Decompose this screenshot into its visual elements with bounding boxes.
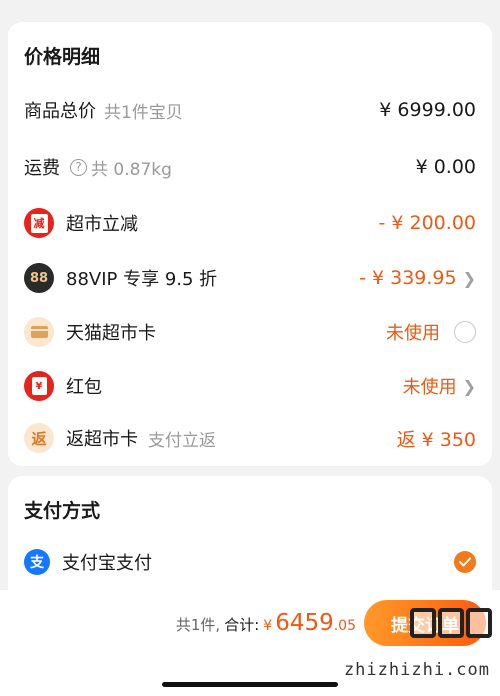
tmall-card-status: 未使用	[386, 323, 440, 344]
chevron-right-icon: ❯	[462, 268, 476, 288]
supermarket-discount-value: - ¥ 200.00	[378, 212, 476, 234]
red-packet-label: 红包	[66, 377, 102, 398]
bottom-bar: 共1件, 合计: ¥ 6459 .05 提交订单 zhizhizhi.com	[0, 590, 500, 696]
watermark-logo	[410, 608, 492, 638]
chevron-right-icon: ❯	[462, 376, 476, 396]
order-total: 共1件, 合计: ¥ 6459 .05	[176, 610, 356, 636]
alipay-icon: 支	[24, 549, 50, 575]
rebate-icon: 返	[24, 423, 54, 453]
rebate-value: 返 ¥ 350	[396, 428, 476, 451]
shipping-value: ¥ 0.00	[415, 156, 476, 178]
rebate-sub-text: 支付立返	[148, 430, 216, 451]
item-count-text: 共1件,	[175, 616, 221, 634]
price-details-title: 价格明细	[24, 46, 101, 68]
tmall-card-row[interactable]: 天猫超市卡 未使用	[8, 312, 492, 352]
vip-88-icon: 88	[24, 263, 54, 293]
rebate-label: 返超市卡	[66, 429, 138, 450]
checkmark-icon[interactable]	[454, 551, 476, 573]
payment-method-title: 支付方式	[24, 500, 101, 522]
tmall-card-label: 天猫超市卡	[66, 323, 156, 344]
total-integer: 6459	[275, 610, 334, 636]
red-packet-icon: ¥	[24, 371, 54, 401]
watermark-url: zhizhizhi.com	[343, 660, 490, 680]
price-details-card: 价格明细 商品总价 共1件宝贝 ¥ 6999.00 运费 ? 共 0.87kg …	[8, 22, 492, 466]
goods-total-label: 商品总价	[24, 101, 96, 122]
shipping-row: 运费 ? 共 0.87kg ¥ 0.00	[8, 147, 492, 187]
red-packet-status: 未使用	[402, 377, 457, 398]
rebate-row: 返 返超市卡 支付立返 返 ¥ 350	[8, 418, 492, 458]
alipay-label: 支付宝支付	[62, 553, 152, 574]
total-label: 合计:	[224, 616, 260, 634]
goods-total-value: ¥ 6999.00	[379, 99, 476, 121]
payment-method-card: 支付方式 支 支付宝支付	[8, 476, 492, 606]
shipping-label: 运费	[24, 158, 60, 179]
total-decimal: .05	[333, 618, 356, 634]
vip-discount-value: - ¥ 339.95	[359, 267, 457, 289]
tmall-card-radio[interactable]	[454, 321, 476, 343]
total-currency: ¥	[263, 618, 273, 634]
supermarket-discount-label: 超市立减	[66, 214, 138, 235]
card-icon	[24, 317, 54, 347]
discount-icon: 减	[24, 208, 54, 238]
goods-total-row: 商品总价 共1件宝贝 ¥ 6999.00	[8, 90, 492, 130]
help-icon[interactable]: ?	[70, 158, 87, 176]
alipay-option[interactable]: 支 支付宝支付	[8, 542, 492, 582]
vip-discount-row[interactable]: 88 88VIP 专享 9.5 折 - ¥ 339.95 ❯	[8, 258, 492, 298]
home-indicator	[162, 682, 338, 687]
shipping-weight-text: 共 0.87kg	[91, 159, 172, 180]
vip-discount-label: 88VIP 专享 9.5 折	[66, 269, 218, 290]
supermarket-discount-row: 减 超市立减 - ¥ 200.00	[8, 203, 492, 243]
red-packet-row[interactable]: ¥ 红包 未使用 ❯	[8, 366, 492, 406]
goods-count-text: 共1件宝贝	[104, 102, 183, 123]
